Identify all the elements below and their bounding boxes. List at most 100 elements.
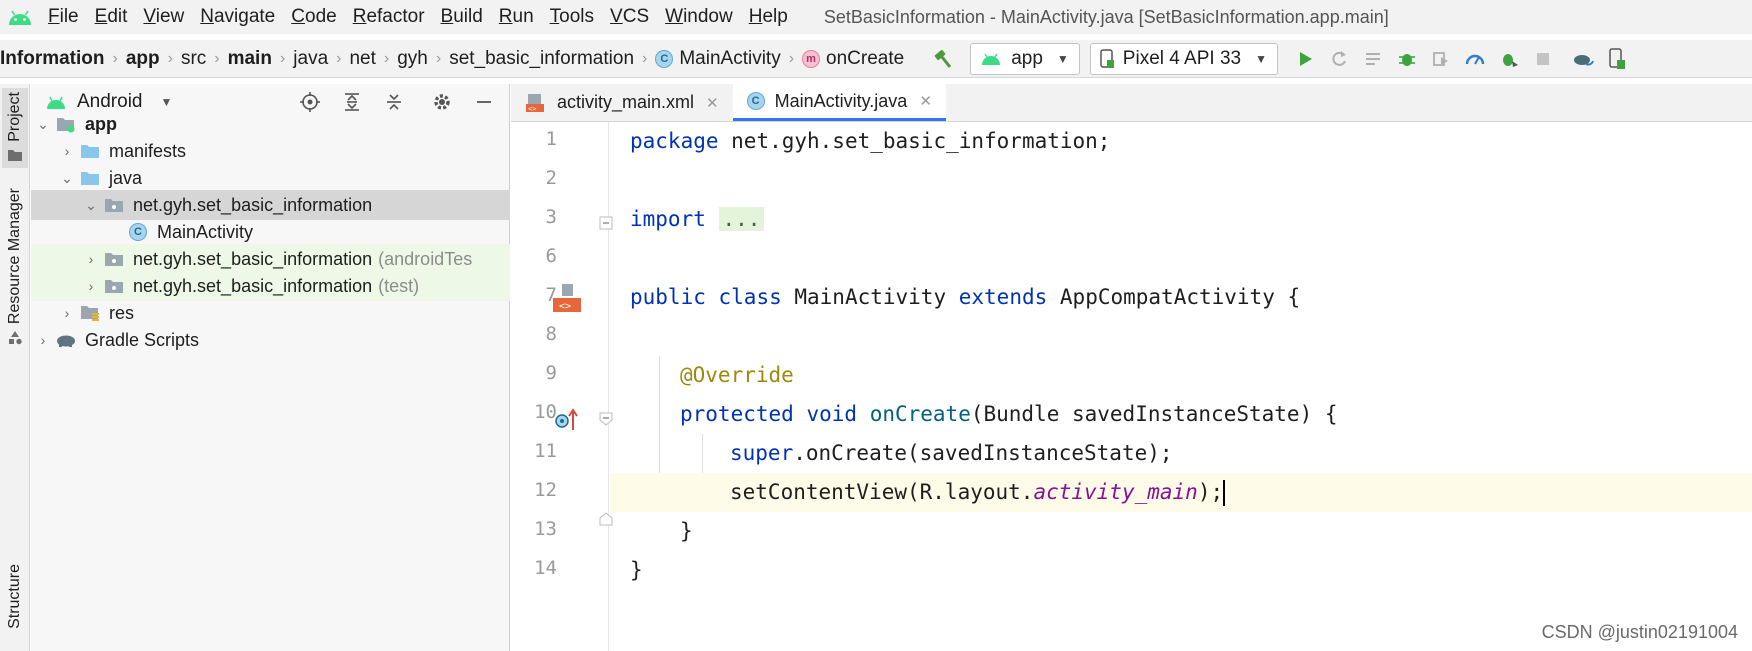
menu-view[interactable]: View <box>135 0 192 34</box>
code-text: AppCompatActivity { <box>1047 285 1301 309</box>
debug-icon[interactable] <box>1390 42 1424 76</box>
related-layout-file-icon[interactable]: <> <box>553 282 581 317</box>
chevron-right-icon[interactable]: › <box>55 143 79 159</box>
chevron-down-icon[interactable]: ⌄ <box>79 197 103 214</box>
profile-icon[interactable] <box>1458 42 1492 76</box>
apply-code-changes-icon[interactable] <box>1356 42 1390 76</box>
apply-changes-restart-icon[interactable] <box>1322 42 1356 76</box>
module-folder-icon <box>55 115 77 133</box>
gradle-elephant-icon <box>55 331 77 349</box>
attach-debugger-icon[interactable] <box>1492 42 1526 76</box>
tab-activity-main-xml[interactable]: <> activity_main.xml ✕ <box>511 84 733 121</box>
tree-item-label: net.gyh.set_basic_information <box>133 248 373 269</box>
tree-item-app[interactable]: ⌄ app <box>31 109 510 139</box>
breadcrumb-net[interactable]: net <box>349 48 375 70</box>
breadcrumb-src[interactable]: src <box>181 48 206 70</box>
make-project-hammer-icon[interactable] <box>926 42 960 76</box>
sync-gradle-icon[interactable] <box>1566 42 1600 76</box>
tree-item-gradle-scripts[interactable]: › Gradle Scripts <box>31 325 510 355</box>
breadcrumb-project[interactable]: Information <box>0 48 105 70</box>
line-number: 14 <box>534 557 557 579</box>
code-line-1: package net.gyh.set_basic_information; <box>610 122 1752 161</box>
overrides-method-icon[interactable] <box>555 408 579 437</box>
close-icon[interactable]: ✕ <box>919 92 932 110</box>
chevron-down-icon[interactable]: ⌄ <box>55 170 79 187</box>
tree-item-manifests[interactable]: › manifests <box>31 136 510 166</box>
tree-item-label: Gradle Scripts <box>85 329 200 350</box>
device-select[interactable]: Pixel 4 API 33 ▼ <box>1089 42 1278 75</box>
tree-item-package-test[interactable]: › net.gyh.set_basic_information (test) <box>31 271 510 301</box>
run-configuration-select[interactable]: app ▼ <box>970 42 1080 75</box>
menu-vcs[interactable]: VCS <box>602 0 657 34</box>
menu-edit[interactable]: Edit <box>87 0 136 34</box>
breadcrumb-java[interactable]: java <box>293 48 328 70</box>
resource-manager-tool-tab[interactable]: Resource Manager <box>2 188 28 348</box>
run-with-coverage-icon[interactable] <box>1424 42 1458 76</box>
project-tool-tab-label: Project <box>6 92 23 142</box>
code-line-14: } <box>610 551 1752 590</box>
menu-file[interactable]: File <box>40 0 87 34</box>
tab-label: MainActivity.java <box>774 90 908 111</box>
menu-help[interactable]: Help <box>741 0 796 34</box>
tree-item-package-main[interactable]: ⌄ net.gyh.set_basic_information <box>31 190 510 220</box>
tree-item-label: res <box>109 302 135 323</box>
chevron-right-icon[interactable]: › <box>31 332 55 348</box>
run-icon[interactable] <box>1288 42 1322 76</box>
code-editor[interactable]: package net.gyh.set_basic_information; i… <box>610 122 1752 651</box>
chevron-right-icon[interactable]: › <box>79 278 103 294</box>
stop-icon[interactable] <box>1526 42 1560 76</box>
breadcrumb-module[interactable]: app <box>126 48 160 70</box>
menu-build[interactable]: Build <box>433 0 491 34</box>
keyword: class <box>718 285 782 309</box>
menu-navigate[interactable]: Navigate <box>192 0 283 34</box>
menu-bar: File Edit View Navigate Code Refactor Bu… <box>0 0 1752 34</box>
code-line-12: setContentView(R.layout.activity_main); <box>610 473 1752 512</box>
code-line-11: super.onCreate(savedInstanceState); <box>610 434 1752 473</box>
menu-run[interactable]: Run <box>491 0 542 34</box>
layout-xml-icon: <> <box>526 93 544 113</box>
folder-icon <box>8 149 22 161</box>
method-icon: m <box>802 49 821 68</box>
code-text: .onCreate(savedInstanceState); <box>793 441 1173 465</box>
breadcrumb-gyh[interactable]: gyh <box>397 48 428 70</box>
breadcrumb-separator-icon: › <box>788 49 795 67</box>
menu-code[interactable]: Code <box>283 0 344 34</box>
menu-tools[interactable]: Tools <box>542 0 602 34</box>
tree-item-label: java <box>109 167 143 188</box>
svg-text:<>: <> <box>528 105 536 113</box>
breadcrumb-method[interactable]: m onCreate <box>802 48 904 70</box>
breadcrumb-class[interactable]: C MainActivity <box>655 48 781 70</box>
folded-imports[interactable]: ... <box>718 207 765 231</box>
keyword: package <box>630 129 719 153</box>
line-number: 12 <box>534 479 557 501</box>
chevron-right-icon[interactable]: › <box>79 251 103 267</box>
left-tool-window-stripe: Project Resource Manager Structure <box>0 84 30 651</box>
tab-mainactivity-java[interactable]: C MainActivity.java ✕ <box>732 84 946 121</box>
tree-item-java[interactable]: ⌄ java <box>31 163 510 193</box>
device-label: Pixel 4 API 33 <box>1122 47 1242 69</box>
tree-item-package-androidtest[interactable]: › net.gyh.set_basic_information (android… <box>31 244 510 274</box>
resource-manager-tab-label: Resource Manager <box>6 188 23 325</box>
code-text: net.gyh.set_basic_information; <box>718 129 1111 153</box>
breadcrumb-main[interactable]: main <box>228 48 272 70</box>
keyword: public <box>630 285 706 309</box>
project-tool-tab[interactable]: Project <box>2 88 28 168</box>
class-name: MainActivity <box>781 285 959 309</box>
menu-refactor[interactable]: Refactor <box>345 0 433 34</box>
tree-item-label: net.gyh.set_basic_information <box>133 194 373 215</box>
structure-tool-tab[interactable]: Structure <box>2 564 28 650</box>
chevron-down-icon[interactable]: ▼ <box>161 95 173 109</box>
tree-item-mainactivity[interactable]: C MainActivity <box>31 217 510 247</box>
chevron-down-icon[interactable]: ⌄ <box>31 116 55 133</box>
code-line-7: public class MainActivity extends AppCom… <box>610 278 1752 317</box>
close-icon[interactable]: ✕ <box>706 94 719 112</box>
editor-area: <> activity_main.xml ✕ C MainActivity.ja… <box>511 84 1752 651</box>
line-number: 9 <box>545 362 557 384</box>
chevron-right-icon[interactable]: › <box>55 305 79 321</box>
breadcrumb-separator-icon: › <box>383 49 390 67</box>
tree-item-res[interactable]: › res <box>31 298 510 328</box>
menu-window[interactable]: Window <box>657 0 741 34</box>
device-manager-icon[interactable] <box>1600 42 1634 76</box>
breadcrumb-package[interactable]: set_basic_information <box>449 48 634 70</box>
line-number: 13 <box>534 518 557 540</box>
